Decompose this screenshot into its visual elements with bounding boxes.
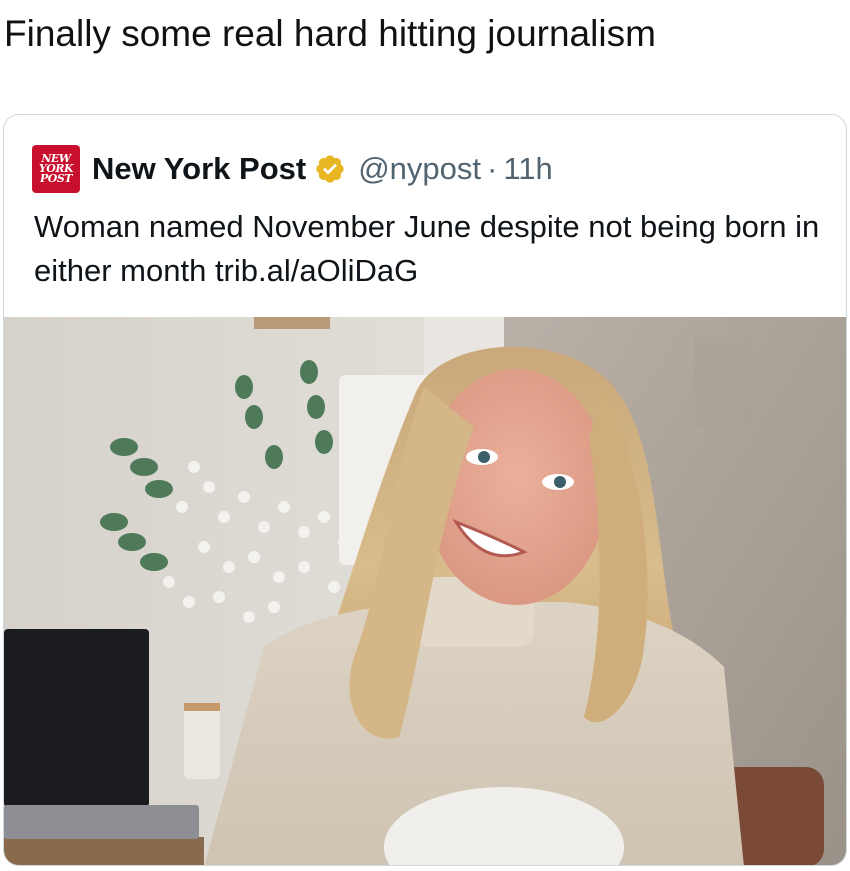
tweet-link[interactable]: trib.al/aOliDaG: [215, 253, 418, 288]
avatar[interactable]: NEW YORK POST: [32, 145, 80, 193]
embedded-tweet-card[interactable]: NEW YORK POST New York Post @nypost · 11…: [3, 114, 847, 866]
tweet-header: NEW YORK POST New York Post @nypost · 11…: [32, 145, 553, 193]
logo-line: POST: [40, 172, 72, 185]
tweet-body: Woman named November June despite not be…: [34, 209, 820, 288]
timestamp[interactable]: 11h: [503, 151, 552, 187]
verified-badge-icon: [316, 155, 344, 183]
tweet-photo[interactable]: [4, 317, 846, 865]
separator-dot: ·: [487, 151, 498, 186]
photo-illustration: [4, 317, 846, 865]
handle[interactable]: @nypost: [358, 151, 481, 187]
tweet-text: Woman named November June despite not be…: [34, 205, 824, 293]
display-name[interactable]: New York Post: [92, 151, 306, 187]
post-caption: Finally some real hard hitting journalis…: [4, 13, 656, 54]
